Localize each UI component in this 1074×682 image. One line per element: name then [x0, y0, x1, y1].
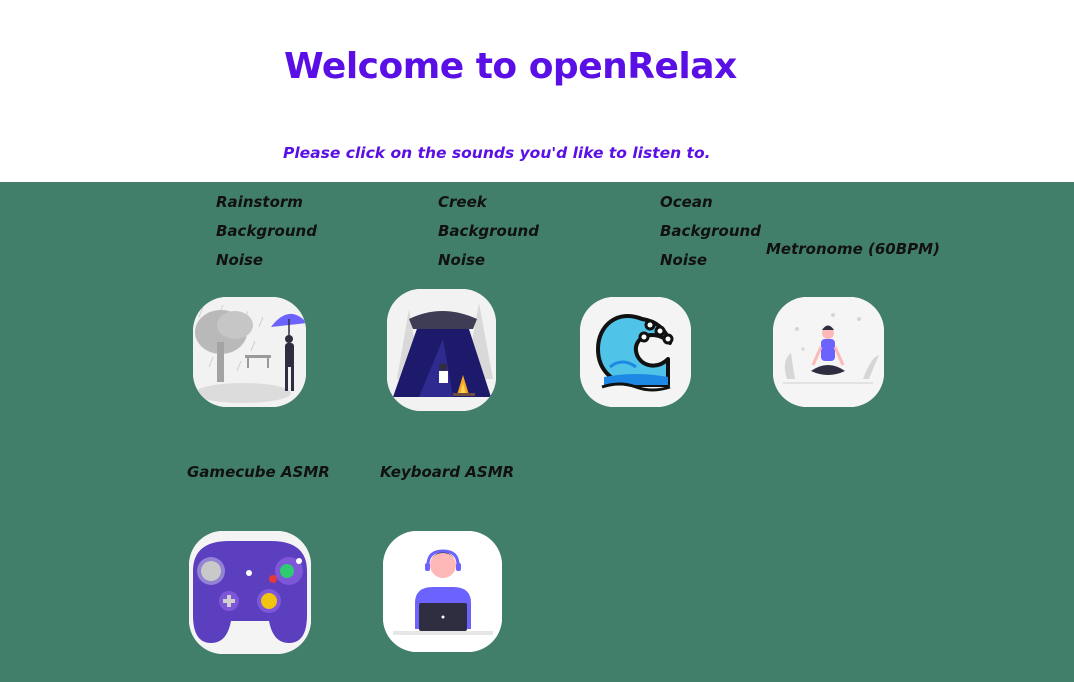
sound-label-line: Noise	[216, 251, 264, 269]
sound-label-line: Creek	[438, 193, 487, 211]
sound-label-creek: Creek Background Noise	[438, 188, 539, 275]
creek-tent-icon	[387, 289, 496, 411]
meditation-icon	[773, 297, 884, 407]
page-title: Welcome to openRelax	[284, 46, 737, 87]
sound-label-line: Noise	[438, 251, 486, 269]
keyboard-sound-button[interactable]	[383, 531, 502, 652]
sound-label-line: Ocean	[660, 193, 713, 211]
sound-label-line: Background	[216, 222, 317, 240]
sound-label-keyboard: Keyboard ASMR	[380, 463, 515, 481]
sound-label-line: Rainstorm	[216, 193, 303, 211]
sound-label-gamecube: Gamecube ASMR	[187, 463, 330, 481]
person-laptop-icon	[383, 531, 502, 652]
header: Welcome to openRelax Please click on the…	[0, 0, 1074, 182]
page-subtitle: Please click on the sounds you'd like to…	[283, 144, 711, 162]
sound-label-ocean: Ocean Background Noise	[660, 188, 761, 275]
metronome-sound-button[interactable]	[773, 297, 884, 407]
ocean-sound-button[interactable]	[580, 297, 691, 407]
sound-label-rainstorm: Rainstorm Background Noise	[216, 188, 317, 275]
sound-grid: Rainstorm Background Noise Creek Backgro…	[0, 182, 1074, 682]
rainstorm-sound-button[interactable]	[193, 297, 306, 407]
creek-sound-button[interactable]	[387, 289, 496, 411]
sound-label-line: Noise	[660, 251, 708, 269]
sound-label-metronome: Metronome (60BPM)	[766, 240, 940, 258]
sound-label-line: Background	[660, 222, 761, 240]
gamecube-sound-button[interactable]	[189, 531, 311, 654]
rainstorm-icon	[193, 297, 306, 407]
ocean-wave-icon	[580, 297, 691, 407]
gamecube-controller-icon	[189, 531, 311, 654]
sound-label-line: Background	[438, 222, 539, 240]
